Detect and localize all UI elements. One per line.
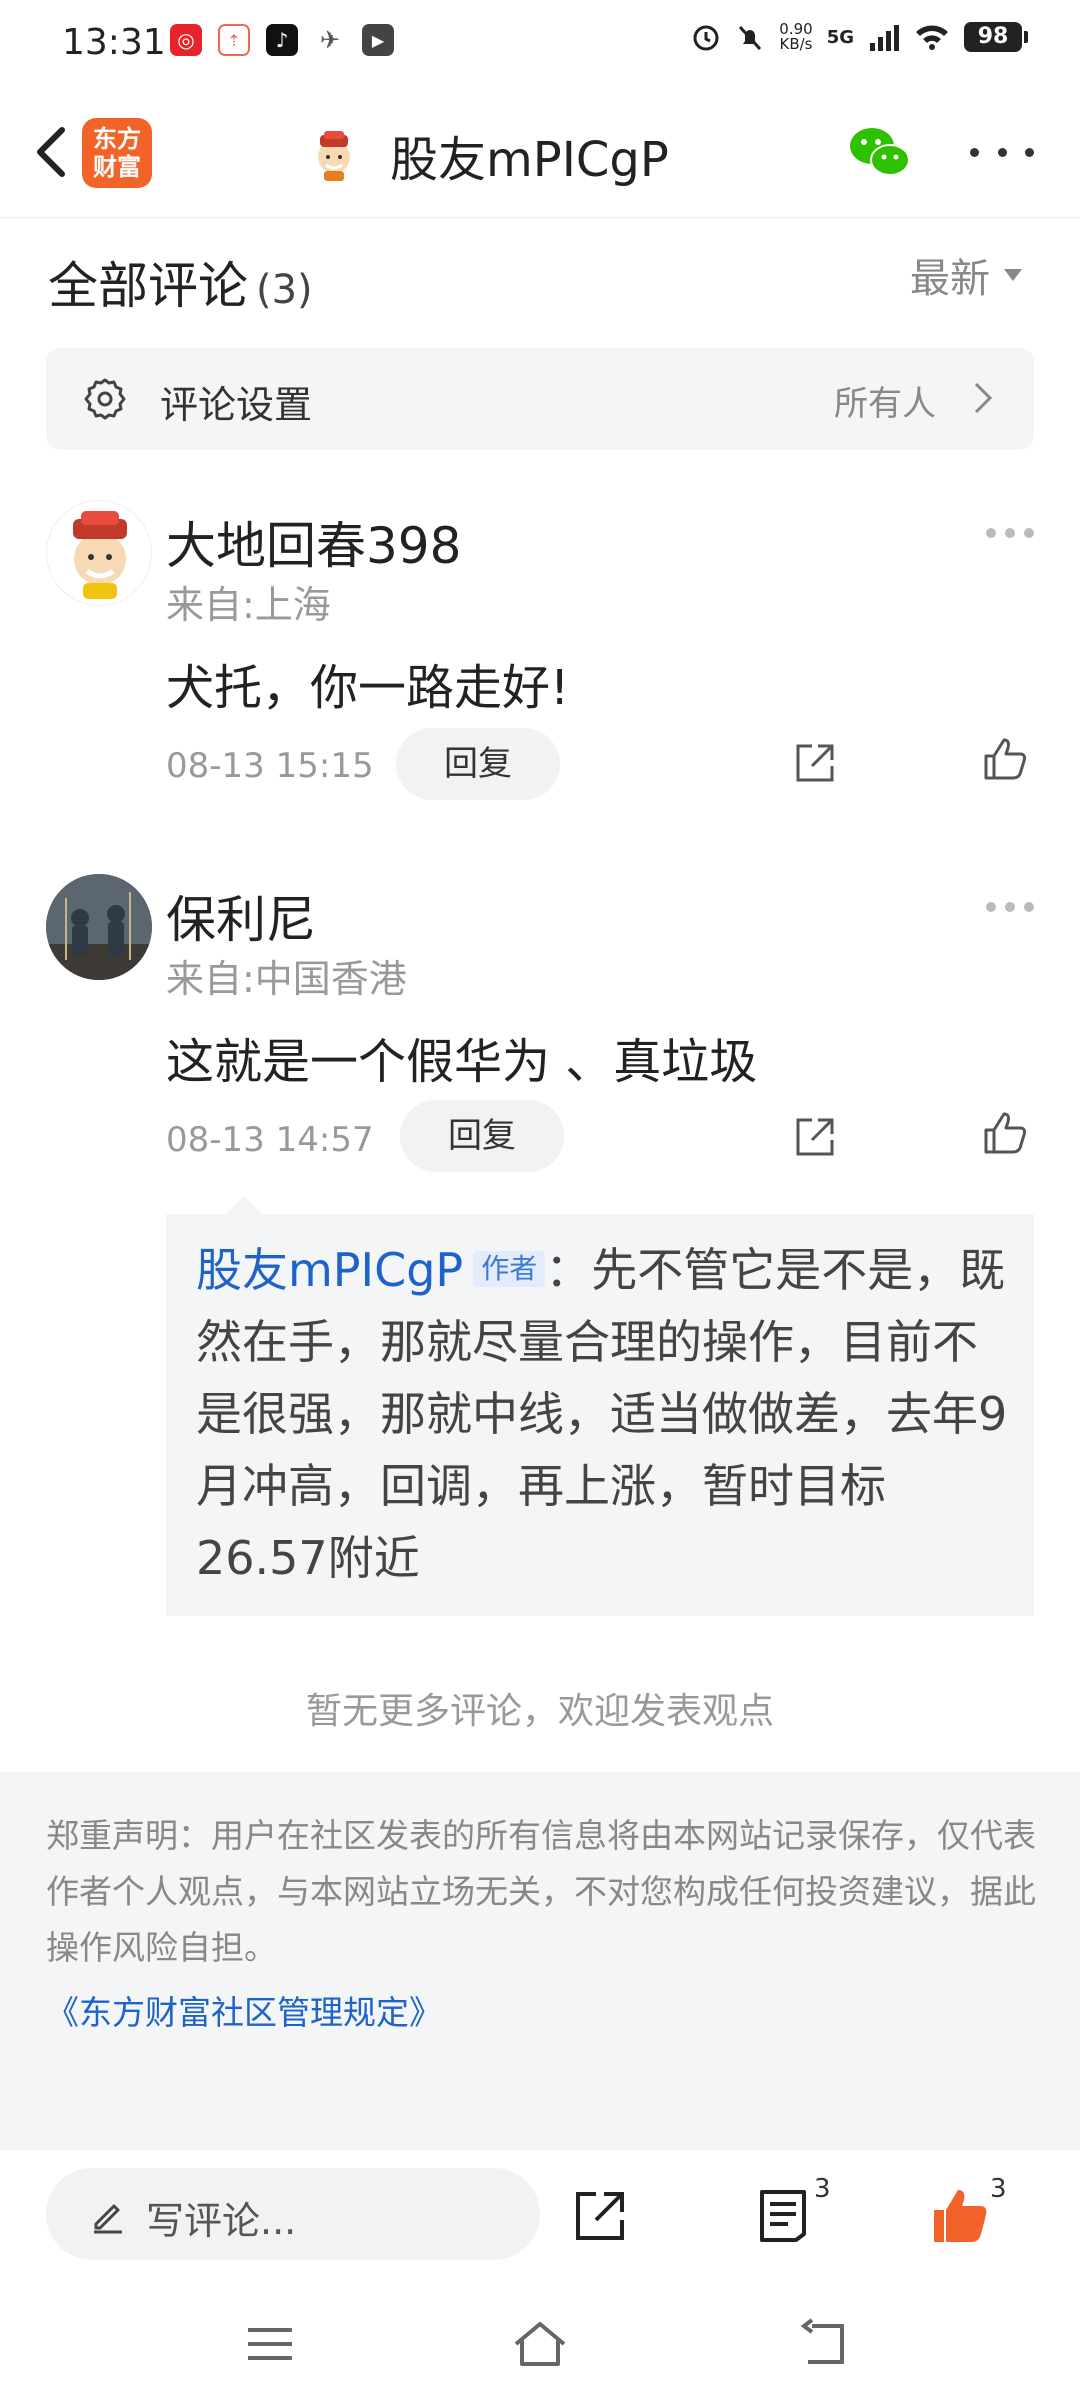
comment-settings-row[interactable]: 评论设置 所有人 <box>46 348 1034 450</box>
comment-text: 这就是一个假华为 、真垃圾 <box>166 1034 758 1090</box>
like-icon[interactable] <box>980 1108 1030 1158</box>
like-filled-icon[interactable] <box>928 2184 992 2248</box>
comment-list-icon[interactable] <box>752 2184 816 2248</box>
share-icon[interactable] <box>790 738 840 788</box>
comment-location: 来自:上海 <box>166 583 331 627</box>
telegram-icon: ✈ <box>314 24 346 56</box>
chevron-right-icon <box>974 382 993 414</box>
chevron-down-icon <box>1004 269 1022 281</box>
home-icon[interactable] <box>512 2316 568 2372</box>
stock-app-icon: ⇡ <box>218 24 250 56</box>
settings-label: 评论设置 <box>160 383 313 427</box>
bottom-action-bar: 写评论... 3 3 <box>0 2150 1080 2276</box>
video-app-icon: ▶ <box>362 24 394 56</box>
page-title: 股友mPICgP <box>306 120 669 190</box>
write-comment-input[interactable]: 写评论... <box>46 2168 540 2260</box>
gear-icon <box>84 378 126 420</box>
comment-location: 来自:中国香港 <box>166 957 407 1001</box>
app-notification-icon: ◎ <box>170 24 202 56</box>
disclaimer-text: 郑重声明：用户在社区发表的所有信息将由本网站记录保存，仅代表作者个人观点，与本网… <box>46 1816 1036 1967</box>
reply-button[interactable]: 回复 <box>396 728 560 800</box>
back-arrow-icon[interactable] <box>22 116 82 188</box>
avatar[interactable] <box>46 874 152 980</box>
user-avatar-icon <box>318 131 350 181</box>
alarm-icon <box>693 25 719 51</box>
comment-username[interactable]: 保利尼 <box>166 880 316 952</box>
comment-username[interactable]: 大地回春398 <box>166 506 461 578</box>
app-header: 东方 财富 股友mPICgP <box>0 86 1080 218</box>
comment-count-badge: 3 <box>814 2174 831 2204</box>
comment-more-icon[interactable] <box>986 902 1034 914</box>
wechat-share-icon[interactable] <box>846 124 912 180</box>
disclaimer-section: 郑重声明：用户在社区发表的所有信息将由本网站记录保存，仅代表作者个人观点，与本网… <box>0 1772 1080 2150</box>
network-speed: 0.90 KB/s <box>779 20 813 53</box>
author-reply-box[interactable]: 股友mPICgP 作者 ：先不管它是不是，既然在手，那就尽量合理的操作，目前不是很强… <box>166 1196 1034 1616</box>
reply-author-name[interactable]: 股友mPICgP <box>196 1243 463 1297</box>
status-bar: 13:31 ◎ ⇡ ♪ ✈ ▶ 0.90 KB/s 5G 98 <box>0 0 1080 86</box>
comments-title: 全部评论 (3) <box>48 257 313 315</box>
mute-bell-icon <box>739 25 762 51</box>
comment-time: 08-13 14:57 <box>166 1120 374 1160</box>
community-rules-link[interactable]: 《东方财富社区管理规定》 <box>46 1986 442 2034</box>
author-name: 股友mPICgP <box>390 132 669 188</box>
settings-value: 所有人 <box>834 384 936 424</box>
status-indicators: 0.90 KB/s 5G 98 <box>691 20 1028 53</box>
signal-icon <box>870 25 899 51</box>
network-type: 5G <box>826 26 854 48</box>
pencil-icon <box>94 2204 122 2234</box>
author-reply: 股友mPICgP 作者 ：先不管它是不是，既然在手，那就尽量合理的操作，目前不是很强… <box>196 1234 1016 1594</box>
write-comment-placeholder: 写评论... <box>146 2199 297 2243</box>
like-icon[interactable] <box>980 734 1030 784</box>
comment-more-icon[interactable] <box>986 528 1034 540</box>
tiktok-icon: ♪ <box>266 24 298 56</box>
avatar[interactable] <box>46 500 152 606</box>
eastmoney-logo[interactable]: 东方 财富 <box>82 118 152 188</box>
notification-icons: ◎ ⇡ ♪ ✈ ▶ <box>170 24 394 56</box>
share-icon[interactable] <box>790 1112 840 1162</box>
system-nav-bar <box>0 2276 1080 2408</box>
author-badge: 作者 <box>473 1251 546 1287</box>
reply-button[interactable]: 回复 <box>400 1100 564 1172</box>
share-icon[interactable] <box>568 2184 632 2248</box>
back-nav-icon[interactable] <box>796 2316 852 2372</box>
more-options-icon[interactable] <box>970 134 1034 170</box>
no-more-comments: 暂无更多评论，欢迎发表观点 <box>305 1691 774 1732</box>
like-count-badge: 3 <box>990 2174 1007 2204</box>
comment-time: 08-13 15:15 <box>166 746 374 786</box>
battery-indicator: 98 <box>964 22 1028 52</box>
wifi-icon <box>916 25 948 50</box>
comment-text: 犬托，你一路走好! <box>166 660 570 716</box>
menu-icon[interactable] <box>242 2316 298 2372</box>
sort-dropdown[interactable]: 最新 <box>910 246 1022 304</box>
status-time: 13:31 <box>62 22 166 63</box>
